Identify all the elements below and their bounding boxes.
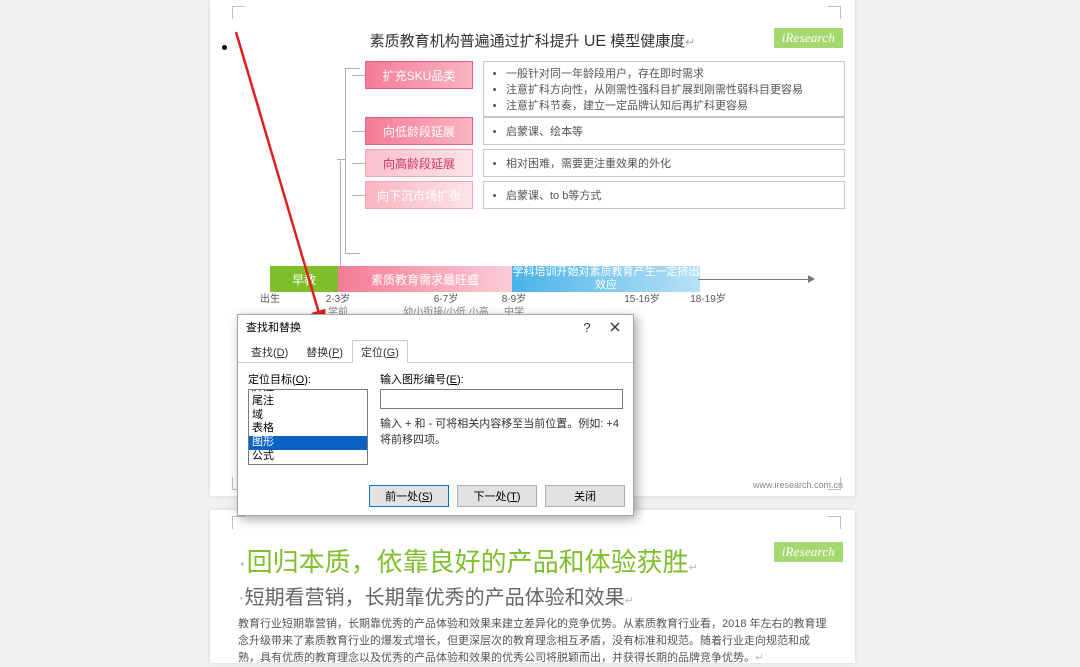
dialog-titlebar[interactable]: 查找和替换 ? — [238, 315, 633, 339]
desc-sink-market: 启蒙课、to b等方式 — [483, 181, 845, 209]
page2-heading: ·回归本质，依靠良好的产品和体验获胜↵ — [238, 542, 855, 579]
timeline: 早教 素质教育需求最旺盛 学科培训开始对素质教育产生一定挤出效应 出生2-3岁学… — [270, 266, 815, 320]
listbox-item[interactable]: 尾注 — [249, 395, 367, 409]
listbox-item[interactable]: 域 — [249, 409, 367, 423]
tag-expand-sku: 扩充SKU品类 — [365, 61, 473, 89]
goto-hint: 输入 + 和 - 可将相关内容移至当前位置。例如: +4 将前移四项。 — [380, 415, 623, 447]
desc-higher-age: 相对困难，需要更注重效果的外化 — [483, 149, 845, 177]
dialog-title: 查找和替换 — [246, 319, 573, 335]
timeline-arrow — [700, 266, 815, 292]
timeline-tick: 出生 — [260, 294, 280, 307]
tag-higher-age: 向高龄段延展 — [365, 149, 473, 177]
tab-find[interactable]: 查找(D) — [242, 340, 297, 363]
desc-expand-sku: 一般针对同一年龄段用户，存在即时需求 注意扩科方向性，从刚需性强科目扩展到刚需性… — [483, 61, 845, 117]
previous-button[interactable]: 前一处(S) — [369, 485, 449, 507]
brand-badge: iResearch — [774, 28, 843, 48]
list-bullet — [222, 45, 227, 50]
page2-subheading: ·短期看营销，长期靠优秀的产品体验和效果↵ — [238, 581, 855, 610]
timeline-segment-subject: 学科培训开始对素质教育产生一定挤出效应 — [512, 266, 700, 292]
goto-number-label: 输入图形编号(E): — [380, 371, 623, 387]
close-icon — [610, 322, 620, 332]
tag-lower-age: 向低龄段延展 — [365, 117, 473, 145]
brand-badge: iResearch — [774, 542, 843, 562]
document-page-2: iResearch ·回归本质，依靠良好的产品和体验获胜↵ ·短期看营销，长期靠… — [210, 510, 855, 663]
dialog-tabs: 查找(D) 替换(P) 定位(G) — [238, 339, 633, 363]
timeline-segment-quality: 素质教育需求最旺盛 — [338, 266, 512, 292]
next-button[interactable]: 下一处(T) — [457, 485, 537, 507]
tab-replace[interactable]: 替换(P) — [297, 340, 352, 363]
goto-target-label: 定位目标(O): — [248, 371, 368, 387]
listbox-item[interactable]: 公式 — [249, 450, 367, 464]
help-button[interactable]: ? — [573, 317, 601, 337]
tag-sink-market: 向下沉市场扩张 — [365, 181, 473, 209]
goto-number-input[interactable] — [380, 389, 623, 409]
tab-goto[interactable]: 定位(G) — [352, 340, 408, 363]
timeline-segment-early: 早教 — [270, 266, 338, 292]
timeline-tick: 15-16岁 — [624, 294, 660, 307]
close-button[interactable] — [601, 317, 629, 337]
listbox-item[interactable]: 表格 — [249, 422, 367, 436]
find-replace-dialog: 查找和替换 ? 查找(D) 替换(P) 定位(G) 定位目标(O): 脚注尾注域… — [237, 314, 634, 516]
goto-target-listbox[interactable]: 脚注尾注域表格图形公式 — [248, 389, 368, 465]
footer-link: www.iresearch.com.cn — [753, 480, 843, 490]
close-dialog-button[interactable]: 关闭 — [545, 485, 625, 507]
diagram: 扩充SKU品类 一般针对同一年龄段用户，存在即时需求 注意扩科方向性，从刚需性强… — [210, 61, 855, 341]
page2-body: 教育行业短期靠营销，长期靠优秀的产品体验和效果来建立差异化的竞争优势。从素质教育… — [238, 616, 831, 667]
desc-lower-age: 启蒙课、绘本等 — [483, 117, 845, 145]
timeline-tick: 18-19岁 — [690, 294, 726, 307]
listbox-item[interactable]: 图形 — [249, 436, 367, 450]
page-title: 素质教育机构普遍通过扩科提升 UE 模型健康度↵ — [210, 30, 855, 51]
